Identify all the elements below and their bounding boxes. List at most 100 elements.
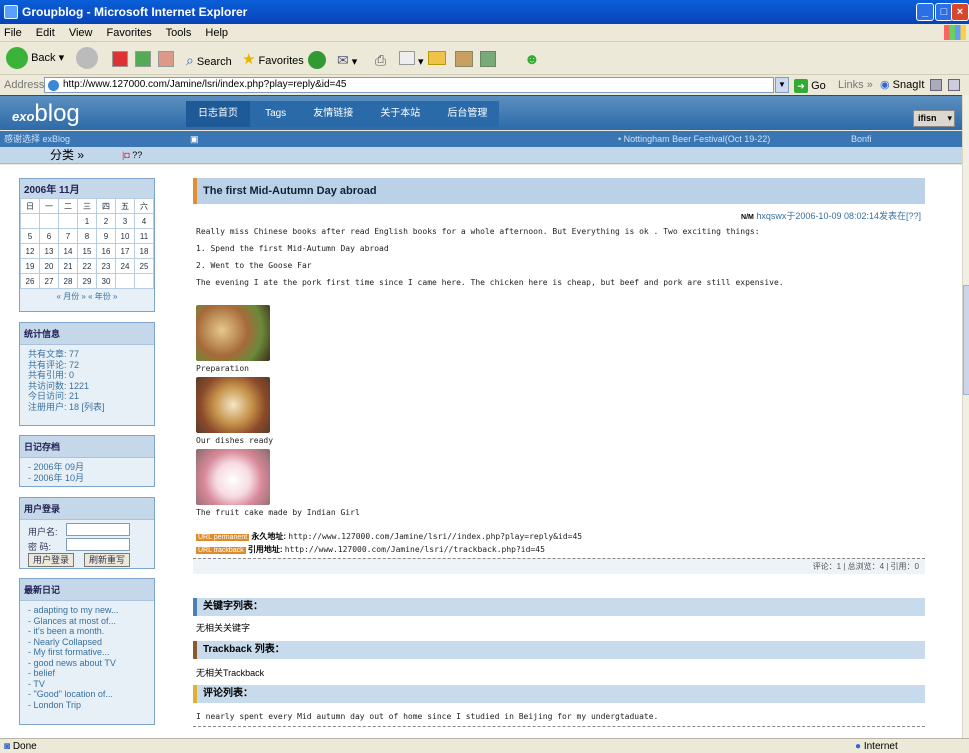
photo-preparation[interactable] (196, 305, 270, 361)
recent-post-link[interactable]: - Glances at most of... (28, 616, 146, 627)
comment-text: I nearly spent every Mid autumn day out … (196, 712, 659, 721)
scrollbar-thumb[interactable] (963, 285, 969, 395)
nav-tags[interactable]: Tags (253, 101, 298, 127)
recent-post-link[interactable]: - adapting to my new... (28, 605, 146, 616)
recent-post-link[interactable]: - good news about TV (28, 658, 146, 669)
address-label: Address (4, 79, 45, 91)
address-bar: Address http://www.127000.com/Jamine/lsr… (0, 76, 969, 94)
nav-admin[interactable]: 后台管理 (435, 101, 499, 127)
caption: Our dishes ready (196, 436, 274, 445)
recent-post-link[interactable]: - My first formative... (28, 647, 146, 658)
welcome-text: 感谢选择 exBlog (4, 134, 71, 144)
archive-box: 日记存档 - 2006年 09月 - 2006年 10月 (19, 435, 155, 487)
internet-globe-icon: ● (855, 741, 862, 752)
status-bar: ◙ Done ● Internet (0, 738, 969, 753)
favorites-button[interactable]: ★ Favorites (242, 51, 304, 69)
menu-favorites[interactable]: Favorites (107, 27, 152, 39)
post-paragraph: 1. Spend the first Mid-Autumn Day abroad (196, 244, 389, 253)
post-title[interactable]: The first Mid-Autumn Day abroad (193, 178, 925, 204)
refresh-icon (135, 51, 151, 67)
snagit-button[interactable]: ◉ SnagIt (880, 76, 924, 94)
permalink-badge: URL permanent (196, 534, 250, 541)
search-button[interactable]: ⌕ Search (186, 51, 232, 69)
author-icon: N/M (741, 214, 754, 221)
trackback-empty: 无相关Trackback (196, 668, 265, 678)
research-icon (455, 51, 473, 67)
recent-post-link[interactable]: - Nearly Collapsed (28, 637, 146, 648)
status-text: ◙ Done (4, 741, 37, 752)
star-icon: ★ (242, 51, 256, 68)
snagit-capture-icon[interactable] (930, 79, 942, 91)
blog-logo[interactable]: exoblog (12, 100, 80, 128)
trackback-label: 引用地址: (247, 545, 283, 554)
recent-post-link[interactable]: - TV (28, 679, 146, 690)
menu-file[interactable]: File (4, 27, 22, 39)
messenger-button[interactable] (480, 51, 496, 69)
menu-bar: File Edit View Favorites Tools Help (0, 24, 969, 42)
page-done-icon: ◙ (4, 741, 11, 752)
refresh-button[interactable] (135, 51, 151, 69)
recent-post-link[interactable]: - belief (28, 668, 146, 679)
announcement-link[interactable]: • Nottingham Beer Festival(Oct 19-22) (618, 131, 770, 147)
snagit-window-icon[interactable] (948, 79, 960, 91)
menu-view[interactable]: View (69, 27, 93, 39)
browser-toolbar: Back ▾ ⌕ Search ★ Favorites ✉ ▾ ⎙ ▾ ☻ (0, 43, 969, 75)
address-dropdown-button[interactable]: ▼ (775, 77, 789, 93)
go-button[interactable]: ➜ Go (794, 77, 826, 95)
folder-button[interactable] (428, 51, 446, 69)
login-button[interactable]: 用户登录 (28, 553, 75, 567)
page-scrollbar[interactable] (962, 95, 969, 738)
menu-tools[interactable]: Tools (166, 27, 192, 39)
minimize-button[interactable]: _ (916, 3, 934, 21)
calendar-nav[interactable]: « 月份 » « 年份 » (20, 289, 154, 302)
research-button[interactable] (455, 51, 473, 69)
photo-fruit-cake[interactable] (196, 449, 270, 505)
close-button[interactable]: × (951, 3, 969, 21)
recent-post-link[interactable]: - it's been a month. (28, 626, 146, 637)
window-title: Groupblog - Microsoft Internet Explorer (22, 5, 248, 19)
category-item[interactable]: |◘ ?? (122, 147, 142, 164)
home-button[interactable] (158, 51, 174, 69)
category-icon: |◘ (122, 150, 130, 160)
recent-post-link[interactable]: - London Trip (28, 700, 146, 711)
address-input[interactable]: http://www.127000.com/Jamine/lsri/index.… (44, 77, 774, 93)
trackback-url[interactable]: http://www.127000.com/Jamine/lsri//track… (285, 545, 545, 554)
stat-item[interactable]: 注册用户: 18 [列表] (28, 402, 146, 413)
stop-button[interactable] (112, 51, 128, 69)
photo-dishes[interactable] (196, 377, 270, 433)
nav-links[interactable]: 友情链接 (301, 101, 365, 127)
menu-edit[interactable]: Edit (36, 27, 55, 39)
login-title: 用户登录 (20, 498, 154, 520)
permalink-label: 永久地址: (251, 532, 287, 541)
permalink-url[interactable]: http://www.127000.com/Jamine/lsri//index… (288, 532, 582, 541)
archive-item[interactable]: - 2006年 10月 (28, 473, 146, 484)
back-button[interactable]: Back ▾ (6, 47, 64, 69)
archive-item[interactable]: - 2006年 09月 (28, 462, 146, 473)
window-titlebar: Groupblog - Microsoft Internet Explorer … (0, 0, 969, 24)
rss-icon[interactable]: ▣ (190, 131, 199, 147)
print-button[interactable]: ⎙ (375, 51, 386, 69)
recent-title: 最新日记 (20, 579, 154, 601)
stat-item: 今日访问: 21 (28, 391, 80, 401)
media-button[interactable] (308, 51, 326, 70)
menu-help[interactable]: Help (205, 27, 228, 39)
mail-button[interactable]: ✉ ▾ (337, 51, 357, 69)
keywords-header: 关键字列表： (193, 598, 925, 616)
login-box: 用户登录 用户名: 密 码: 用户登录 刷新重写 (19, 497, 155, 569)
forward-button[interactable] (76, 47, 98, 69)
recent-post-link[interactable]: - "Good" location of... (28, 689, 146, 700)
snagit-icon: ◉ (880, 79, 890, 91)
nav-about[interactable]: 关于本站 (368, 101, 432, 127)
people-button[interactable]: ☻ (524, 51, 540, 69)
page-content: 2006年 11月 日一二三四五六 1234 5 6 7 8 9 10 11 12 13 14 1… (0, 165, 962, 738)
nav-home[interactable]: 日志首页 (186, 101, 250, 127)
username-input[interactable] (66, 523, 130, 536)
category-label[interactable]: 分类 » (50, 147, 84, 164)
skin-select[interactable]: ifisn ▾ (913, 110, 955, 127)
links-button[interactable]: Links » (838, 76, 873, 94)
reset-button[interactable]: 刷新重写 (84, 553, 131, 567)
password-input[interactable] (66, 538, 130, 551)
edit-button[interactable]: ▾ (399, 51, 424, 69)
ie-app-icon (4, 5, 18, 19)
comments-header: 评论列表： (193, 685, 925, 703)
